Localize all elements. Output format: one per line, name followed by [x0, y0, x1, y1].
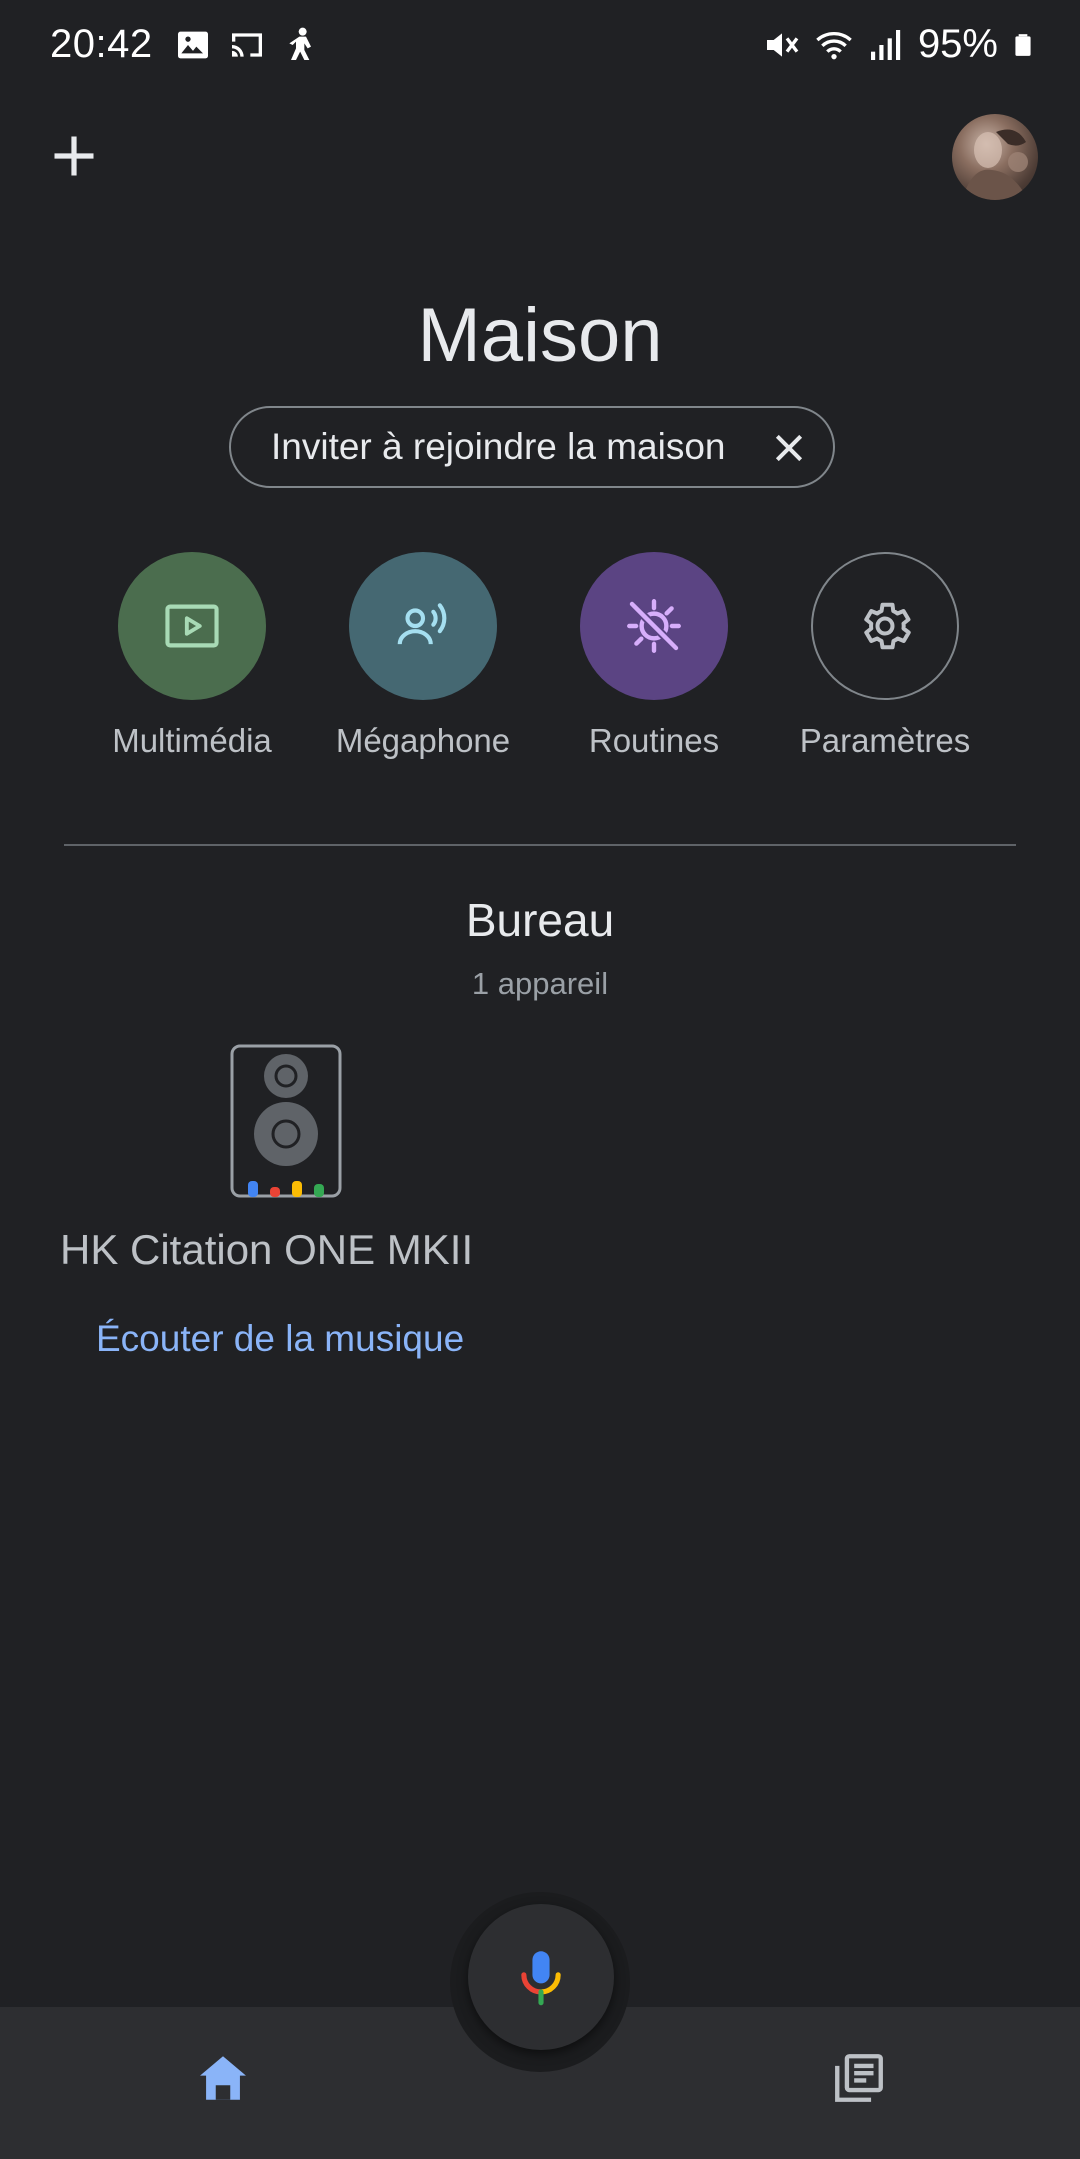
- mic-icon: [521, 1951, 561, 2006]
- play-music-link[interactable]: Écouter de la musique: [96, 1318, 464, 1360]
- home-icon[interactable]: [194, 2049, 252, 2107]
- action-circle: [349, 552, 497, 700]
- speaker-icon: [230, 1044, 342, 1198]
- room-device-count: 1 appareil: [471, 966, 609, 1001]
- action-circle: [118, 552, 266, 700]
- status-time: 20:42: [50, 22, 153, 66]
- plus-icon[interactable]: [48, 130, 100, 182]
- figure-icon: [288, 27, 311, 60]
- close-icon[interactable]: [769, 428, 809, 468]
- action-circle: [580, 552, 728, 700]
- signal-icon: [870, 29, 901, 60]
- broadcast-icon: [397, 603, 447, 645]
- play-icon: [165, 604, 219, 648]
- divider: [64, 844, 1016, 846]
- gear-icon: [864, 602, 911, 650]
- action-settings[interactable]: Paramètres: [775, 552, 995, 760]
- mic-button[interactable]: [468, 1904, 614, 2050]
- wifi-icon: [816, 31, 852, 59]
- action-label: Multimédia: [112, 722, 272, 759]
- battery-icon: [1015, 33, 1031, 56]
- action-label: Routines: [588, 722, 720, 759]
- routine-icon: [627, 599, 681, 653]
- avatar-image: [962, 129, 1028, 200]
- cast-icon: [231, 32, 262, 57]
- room-title: Bureau: [465, 894, 615, 946]
- action-megaphone[interactable]: Mégaphone: [313, 552, 533, 760]
- action-label: Paramètres: [799, 722, 971, 759]
- app-root: 20:42 95% Maison Inviter à rejoindre la …: [0, 0, 1080, 2159]
- action-label: Mégaphone: [335, 722, 511, 759]
- feed-icon[interactable]: [830, 2049, 888, 2107]
- invite-chip[interactable]: Inviter à rejoindre la maison: [229, 406, 835, 488]
- action-routines[interactable]: Routines: [544, 552, 764, 760]
- action-circle: [811, 552, 959, 700]
- avatar[interactable]: [952, 114, 1038, 200]
- battery-percent: 95%: [917, 22, 998, 66]
- device-tile[interactable]: HK Citation ONE MKII: [60, 1044, 510, 1274]
- mute-icon: [766, 32, 799, 57]
- invite-label: Inviter à rejoindre la maison: [271, 426, 726, 467]
- device-name: HK Citation ONE MKII: [60, 1226, 474, 1273]
- image-icon: [177, 31, 208, 58]
- status-bar: 20:42 95%: [0, 0, 1080, 104]
- action-multimedia[interactable]: Multimédia: [82, 552, 302, 760]
- page-title: Maison: [417, 293, 663, 378]
